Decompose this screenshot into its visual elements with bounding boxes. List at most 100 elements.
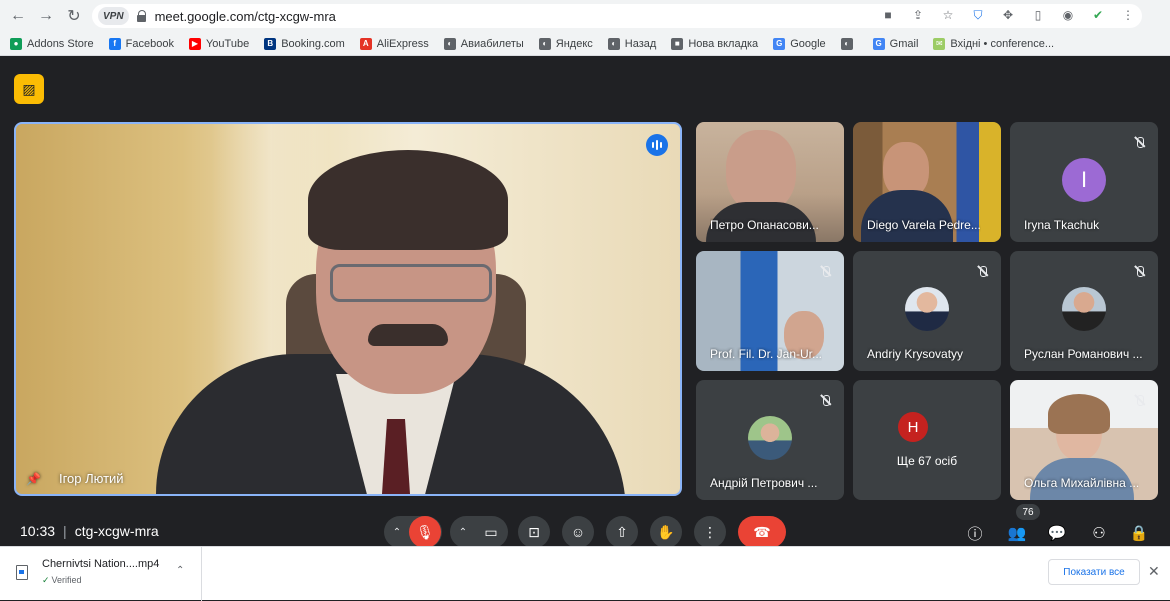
video-file-icon [16,565,28,580]
mic-off-icon [1132,263,1148,279]
meeting-info-icon[interactable]: ⓘ [964,522,986,544]
profile-icon[interactable]: ◉ [1060,7,1076,23]
bookmark-label: Авиабилеты [460,37,524,50]
check-icon: ✓ [42,575,50,585]
show-all-downloads-button[interactable]: Показати все [1048,559,1140,585]
back-icon[interactable]: ← [4,2,32,30]
bookmark-favicon-icon: B [264,37,277,50]
bookmark-label: Gmail [889,37,919,50]
speaker-glasses [330,264,492,302]
close-icon[interactable]: ✕ [1148,563,1160,580]
participant-tile[interactable]: Руслан Романович ... [1010,251,1158,371]
speaker-mustache [368,324,448,346]
mic-options-chevron-icon[interactable]: ⌃ [385,527,409,538]
bookmark-item[interactable]: ● Addons Store [10,37,94,50]
mic-off-icon [818,392,834,408]
lock-icon[interactable] [136,10,147,22]
mic-off-icon [1132,392,1148,408]
pin-icon[interactable]: 📌 [26,472,41,486]
browser-toolbar: ← → ↻ VPN meet.google.com/ctg-xcgw-mra ■… [0,0,1170,32]
main-speaker-label: Ігор Лютий [58,471,124,486]
adguard-icon[interactable]: ✔ [1090,7,1106,23]
bookmark-favicon-icon: f [108,37,121,50]
hand-icon: ✋ [657,523,675,540]
main-speaker-tile[interactable]: 📌 Ігор Лютий [14,122,682,496]
bookmark-label: Вхідні • conference... [950,37,1055,50]
leave-call-button[interactable]: ☎ [738,516,786,548]
bookmark-favicon-icon: ◐ [840,37,853,50]
mic-off-icon [1132,134,1148,150]
star-icon[interactable]: ☆ [940,7,956,23]
bookmark-item[interactable]: f Facebook [108,37,174,50]
avatar [926,412,956,442]
more-participants-tile[interactable]: H Ще 67 осіб [853,380,1001,500]
present-button[interactable]: ⇧ [606,516,638,548]
camera-off-indicator-icon[interactable]: ▨ [14,74,44,104]
participant-name: Prof. Fil. Dr. Jan-Ur... [710,347,823,361]
bookmark-favicon-icon: G [872,37,885,50]
bookmark-item[interactable]: ✉ Вхідні • conference... [933,37,1055,50]
download-item[interactable]: Chernivtsi Nation....mp4 ✓ Verified ⌃ [0,547,202,601]
bookmark-item[interactable]: ◐ Яндекс [538,37,593,50]
separator: | [63,523,67,539]
bookmark-favicon-icon: A [359,37,372,50]
bookmark-item[interactable]: ◐ [840,37,858,50]
activities-icon[interactable]: ⚇ [1088,522,1110,544]
bookmark-label: Яндекс [555,37,593,50]
bookmark-label: Google [790,37,826,50]
side-panel-icon[interactable]: ▯ [1030,7,1046,23]
participant-tile[interactable]: Andriy Krysovatyy [853,251,1001,371]
forward-icon[interactable]: → [32,2,60,30]
camera-button[interactable]: ▭ [475,516,507,548]
more-options-button[interactable]: ⋮ [694,516,726,548]
address-bar[interactable]: VPN meet.google.com/ctg-xcgw-mra ■ ⇪ ☆ ⛉… [92,4,1142,28]
participant-tile[interactable]: Петро Опанасови... [696,122,844,242]
reload-icon[interactable]: ↻ [60,2,88,30]
participant-name: Андрій Петрович ... [710,476,818,490]
participant-tile[interactable]: Diego Varela Pedre... [853,122,1001,242]
participant-tile[interactable]: I Iryna Tkachuk [1010,122,1158,242]
download-options-chevron-icon[interactable]: ⌃ [176,565,184,576]
chat-icon[interactable]: 💬 [1046,522,1068,544]
extensions-puzzle-icon[interactable]: ✥ [1000,7,1016,23]
participant-tile[interactable]: Андрій Петрович ... [696,380,844,500]
vpn-badge[interactable]: VPN [98,7,129,25]
reactions-button[interactable]: ☺ [562,516,594,548]
bookmark-favicon-icon: ◐ [607,37,620,50]
bookmark-item[interactable]: B Booking.com [264,37,345,50]
captions-button[interactable]: ⊡ [518,516,550,548]
participant-tile[interactable]: Prof. Fil. Dr. Jan-Ur... [696,251,844,371]
bookmark-item[interactable]: G Google [773,37,826,50]
url-text[interactable]: meet.google.com/ctg-xcgw-mra [155,9,336,24]
host-controls-lock-icon[interactable]: 🔒 [1128,522,1150,544]
participant-name: Ольга Михайлівна ... [1024,476,1140,490]
bookmark-item[interactable]: ◐ Авиабилеты [443,37,524,50]
camera-in-use-icon[interactable]: ■ [880,7,896,23]
meeting-details: 10:33 | ctg-xcgw-mra [20,523,159,539]
menu-kebab-icon[interactable]: ⋮ [1120,7,1136,23]
participant-video-body [861,190,953,242]
bookmark-label: Addons Store [27,37,94,50]
bookmark-item[interactable]: ◐ Назад [607,37,657,50]
participant-tile[interactable]: Ольга Михайлівна ... [1010,380,1158,500]
download-status: ✓ Verified [42,575,82,586]
bookmark-item[interactable]: ■ Нова вкладка [671,37,758,50]
mic-off-button[interactable]: 🎙 [409,516,441,548]
people-icon[interactable]: 👥 [1006,522,1028,544]
bookmarks-bar: ● Addons Store f Facebook ▶ YouTube B Booking.c… [0,32,1170,56]
participants-count-badge: 76 [1016,504,1040,520]
extension-shield-icon[interactable]: ⛉ [970,7,986,23]
speaker-hair [308,150,508,250]
bookmark-item[interactable]: ▶ YouTube [188,37,249,50]
avatar: I [1062,158,1106,202]
raise-hand-button[interactable]: ✋ [650,516,682,548]
bookmark-favicon-icon: ◐ [443,37,456,50]
meeting-controls-bar: 10:33 | ctg-xcgw-mra ⌃ 🎙 ⌃ ▭ ⊡ ☺ ⇧ ✋ ⋮ ☎ ⓘ… [0,504,1170,548]
camera-options-chevron-icon[interactable]: ⌃ [451,527,475,538]
bookmark-item[interactable]: A AliExpress [359,37,429,50]
bookmark-favicon-icon: ■ [671,37,684,50]
share-icon[interactable]: ⇪ [910,7,926,23]
bookmark-label: Назад [624,37,657,50]
bookmark-label: Facebook [125,37,174,50]
bookmark-item[interactable]: G Gmail [872,37,919,50]
